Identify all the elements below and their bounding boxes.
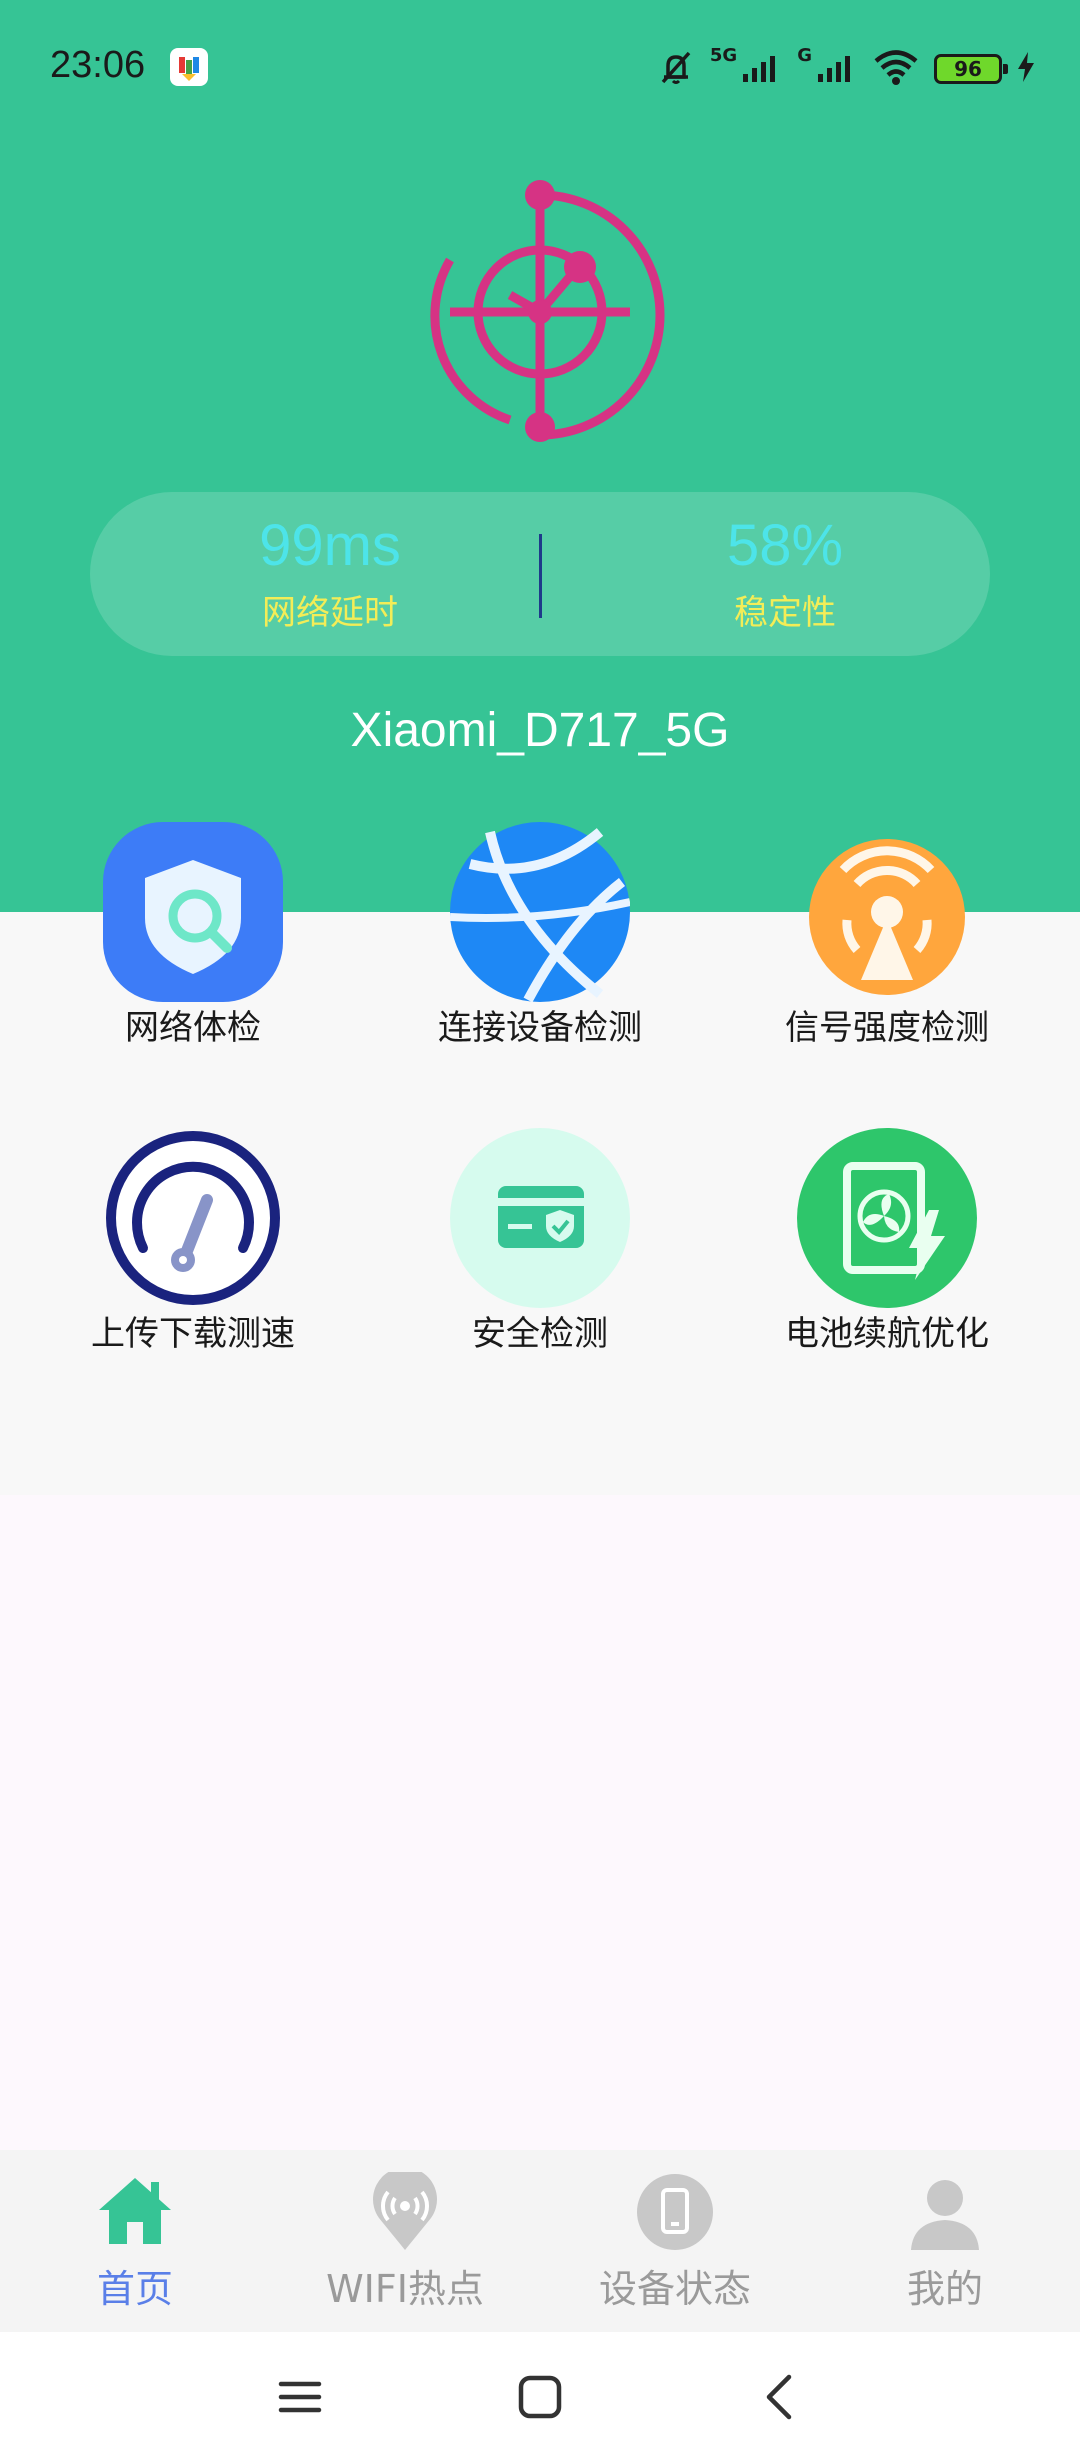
status-time: 23:06 <box>50 44 146 86</box>
app-logo-icon <box>410 175 670 450</box>
tool-label: 信号强度检测 <box>785 1008 989 1048</box>
wifi-hotspot-icon <box>365 2167 445 2252</box>
stability-stat: 58% 稳定性 <box>635 508 935 638</box>
cell-signal-icon <box>741 50 783 88</box>
nav-label: WIFI热点 <box>326 2267 484 2311</box>
home-square-icon[interactable] <box>505 2362 575 2432</box>
wifi-status-icon <box>872 48 920 90</box>
network-stats-card: 99ms 网络延时 58% 稳定性 <box>90 492 990 656</box>
stats-divider <box>539 534 542 618</box>
battery-indicator: 96 <box>934 54 1008 84</box>
latency-label: 网络延时 <box>262 593 398 633</box>
tool-label: 上传下载测速 <box>91 1314 295 1354</box>
charging-bolt-icon <box>1016 51 1036 87</box>
menu-icon[interactable] <box>265 2362 335 2432</box>
app-notification-icon <box>170 48 208 86</box>
network-5g-label: 5G <box>709 44 738 66</box>
cell-signal-2-icon <box>816 50 858 88</box>
speedometer-icon <box>103 1128 283 1308</box>
tool-label: 连接设备检测 <box>438 1008 642 1048</box>
nav-label: 首页 <box>96 2267 173 2311</box>
signal-tower-icon <box>797 822 977 1002</box>
bottom-navigation: 首页 WIFI热点 设备状态 我的 <box>0 2150 1080 2332</box>
tool-signal-strength[interactable]: 信号强度检测 <box>722 822 1052 1092</box>
nav-profile[interactable]: 我的 <box>810 2150 1080 2332</box>
stability-value: 58% <box>726 513 844 578</box>
tool-speed-test[interactable]: 上传下载测速 <box>28 1128 358 1398</box>
nav-home[interactable]: 首页 <box>0 2150 270 2332</box>
tool-label: 网络体检 <box>125 1008 261 1048</box>
home-icon <box>95 2172 175 2252</box>
nav-label: 我的 <box>906 2267 983 2311</box>
stability-label: 稳定性 <box>734 593 836 633</box>
mute-bell-icon <box>656 47 696 91</box>
latency-value: 99ms <box>259 513 401 578</box>
profile-icon <box>905 2172 985 2252</box>
back-icon[interactable] <box>745 2362 815 2432</box>
tool-battery-optimize[interactable]: 电池续航优化 <box>722 1128 1052 1398</box>
nav-label: 设备状态 <box>598 2267 751 2311</box>
wifi-name: Xiaomi_D717_5G <box>350 704 730 757</box>
tool-security-check[interactable]: 安全检测 <box>375 1128 705 1398</box>
latency-stat: 99ms 网络延时 <box>180 508 480 638</box>
tool-label: 安全检测 <box>472 1314 608 1354</box>
status-icons: 5G G 96 <box>656 44 1036 94</box>
tool-network-checkup[interactable]: 网络体检 <box>28 822 358 1092</box>
tool-label: 电池续航优化 <box>785 1314 989 1354</box>
battery-fan-icon <box>797 1128 977 1308</box>
system-navigation-bar <box>0 2332 1080 2460</box>
secure-card-icon <box>450 1128 630 1308</box>
globe-network-icon <box>449 822 631 1003</box>
network-g-label: G <box>797 44 812 66</box>
tool-connected-devices[interactable]: 连接设备检测 <box>375 822 705 1092</box>
nav-device-status[interactable]: 设备状态 <box>540 2150 810 2332</box>
nav-wifi-hotspot[interactable]: WIFI热点 <box>270 2150 540 2332</box>
status-bar: 23:06 5G G 96 <box>0 0 1080 140</box>
device-icon <box>635 2172 715 2252</box>
shield-search-icon <box>103 822 283 1002</box>
